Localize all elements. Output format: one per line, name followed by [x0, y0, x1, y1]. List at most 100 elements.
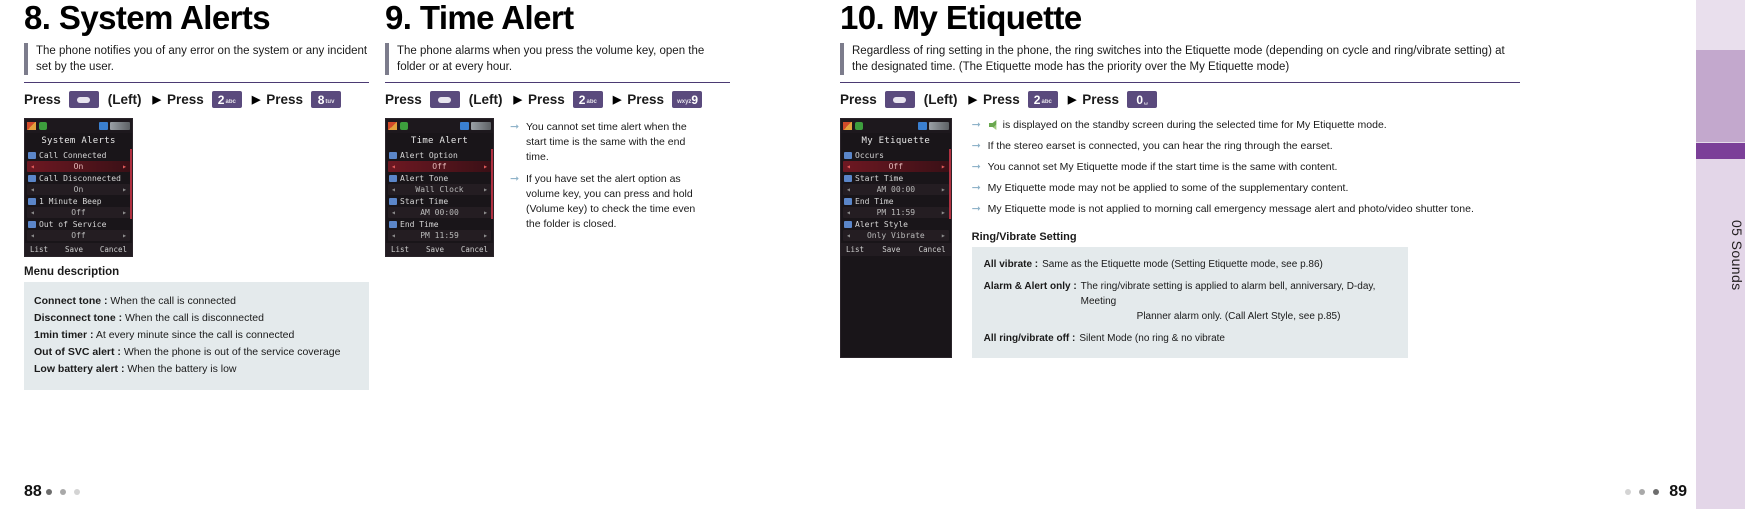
note-text: If the stereo earset is connected, you c…: [987, 140, 1333, 152]
key-sublabel: abc: [586, 98, 597, 105]
chevron-right-icon: ▸: [483, 162, 488, 171]
phone-row-label: Call Disconnected: [25, 173, 132, 183]
phone-row-text: Call Connected: [39, 151, 107, 160]
message-icon: [99, 122, 108, 130]
sound-icon: [39, 122, 47, 130]
dot-icon: [1625, 489, 1632, 495]
chapter-label: 05 Sounds: [1729, 219, 1745, 291]
phone-row-label: Alert Option: [386, 150, 493, 160]
phone-value-text: Only Vibrate: [866, 231, 925, 240]
chevron-right-icon: ▸: [122, 185, 127, 194]
ring-vibrate-row: All vibrate : Same as the Etiquette mode…: [984, 257, 1396, 272]
phone-screen-title: My Etiquette: [861, 136, 931, 146]
page-number-left: 88: [24, 483, 42, 500]
section-heading-8: 8. System Alerts: [24, 0, 369, 35]
scrollbar[interactable]: [948, 149, 951, 219]
desc: When the battery is low: [127, 363, 237, 375]
chevron-right-icon: ▸: [122, 162, 127, 171]
press-label-1: Press: [840, 92, 877, 107]
keypad-key-8-icon: 8 tuv: [311, 91, 342, 108]
softkey-center-label: Save: [425, 245, 445, 254]
key-sequence-10: Press (Left) ▶ Press 2 abc ▶ Press 0 ␣: [840, 91, 1520, 108]
section-lead-10: Regardless of ring setting in the phone,…: [840, 43, 1520, 75]
phone-value-text: On: [73, 185, 84, 194]
phone-row-label: Alert Style: [841, 219, 951, 229]
key-number: 2: [578, 92, 586, 107]
menu-item-icon: [28, 221, 36, 228]
left-label: (Left): [923, 92, 958, 107]
phone-row-text: Out of Service: [39, 220, 107, 229]
key-number: 2: [1033, 92, 1041, 107]
dot-icon: [1639, 489, 1646, 495]
scrollbar[interactable]: [130, 149, 132, 219]
folio-right: 89: [1621, 483, 1687, 501]
rail-segment-mid: [1696, 50, 1745, 142]
note-item: ➞ My Etiquette mode may not be applied t…: [972, 181, 1520, 196]
arrow-bullet-icon: ➞: [971, 203, 981, 215]
phone-row-label: Start Time: [386, 196, 493, 206]
key-number: 9: [691, 92, 699, 107]
chevron-right-icon: ▸: [940, 208, 946, 217]
phone-row-label: End Time: [386, 219, 493, 229]
menu-item-icon: [389, 152, 397, 159]
arrow-right-icon: ▶: [968, 94, 978, 106]
phone-row-label: Call Connected: [25, 150, 132, 160]
ring-vibrate-text-line2: Planner alarm only. (Call Alert Style, s…: [1136, 311, 1341, 322]
phone-row-value: ◂ Off ▸: [27, 230, 130, 241]
phone-row-text: Start Time: [855, 174, 904, 183]
section-lead-9: The phone alarms when you press the volu…: [385, 43, 730, 75]
softkey-left-label: List: [391, 245, 410, 254]
my-etiquette-notes: ➞ is displayed on the standby screen dur…: [972, 118, 1520, 217]
time-alert-body: Time Alert Alert Option ◂ Off ▸ Alert To…: [385, 118, 730, 257]
phone-value-text: PM 11:59: [420, 231, 459, 240]
menu-item-icon: [389, 175, 397, 182]
press-label-1: Press: [24, 92, 61, 107]
press-label-2: Press: [983, 92, 1020, 107]
ring-vibrate-label: All ring/vibrate off :: [983, 333, 1076, 344]
section-my-etiquette: 10. My Etiquette Regardless of ring sett…: [840, 0, 1520, 358]
note-item: ➞ You cannot set My Etiquette mode if th…: [972, 160, 1520, 175]
divider-rule: [385, 82, 730, 83]
menu-description-item: Low battery alert : When the battery is …: [34, 361, 359, 378]
softkey-center-label: Save: [882, 245, 901, 254]
menu-description-item: Out of SVC alert : When the phone is out…: [34, 344, 359, 361]
phone-row-value: ◂ AM 00:00 ▸: [843, 184, 949, 195]
note-text: If you have set the alert option as volu…: [526, 173, 696, 230]
section-heading-10: 10. My Etiquette: [840, 0, 1520, 35]
chevron-right-icon: ▸: [483, 208, 488, 217]
menu-description-item: Connect tone : When the call is connecte…: [34, 293, 359, 310]
menu-item-icon: [28, 198, 36, 205]
section-title-8: System Alerts: [58, 0, 271, 36]
section-number-9: 9.: [385, 0, 412, 36]
press-label-3: Press: [1082, 92, 1120, 107]
menu-item-icon: [389, 221, 397, 228]
key-number: 0: [1136, 92, 1144, 107]
ring-vibrate-text: The ring/vibrate setting is applied to a…: [1080, 281, 1376, 307]
note-item: ➞ If the stereo earset is connected, you…: [972, 139, 1520, 154]
chevron-right-icon: ▸: [940, 162, 946, 171]
chevron-right-icon: ▸: [940, 185, 946, 194]
desc: When the call is connected: [110, 295, 236, 307]
menu-description-item: Disconnect tone : When the call is disco…: [34, 310, 359, 327]
softkey-left-label: List: [846, 245, 865, 254]
phone-value-text: Wall Clock: [415, 185, 464, 194]
message-icon: [460, 122, 469, 130]
phone-row-text: End Time: [855, 197, 894, 206]
my-etiquette-body: My Etiquette Occurs ◂ Off ▸ Start Time ◂…: [840, 118, 1520, 358]
keypad-key-2-icon: 2 abc: [211, 91, 242, 108]
phone-row-value: ◂ PM 11:59 ▸: [843, 207, 949, 218]
arrow-bullet-icon: ➞: [510, 121, 520, 133]
menu-item-icon: [28, 175, 36, 182]
phone-value-text: Off: [432, 162, 447, 171]
message-icon: [917, 122, 927, 130]
lead-text: The phone alarms when you press the volu…: [397, 45, 705, 73]
chevron-right-icon: ▸: [122, 208, 127, 217]
desc: When the phone is out of the service cov…: [123, 346, 341, 358]
key-number: 2: [217, 92, 225, 107]
note-text: is displayed on the standby screen durin…: [1002, 119, 1387, 131]
ring-vibrate-box: All vibrate : Same as the Etiquette mode…: [971, 247, 1408, 358]
phone-status-bar: [25, 119, 132, 133]
scrollbar[interactable]: [491, 149, 493, 219]
divider-rule: [24, 82, 369, 83]
note-item: ➞ If you have set the alert option as vo…: [510, 172, 700, 232]
